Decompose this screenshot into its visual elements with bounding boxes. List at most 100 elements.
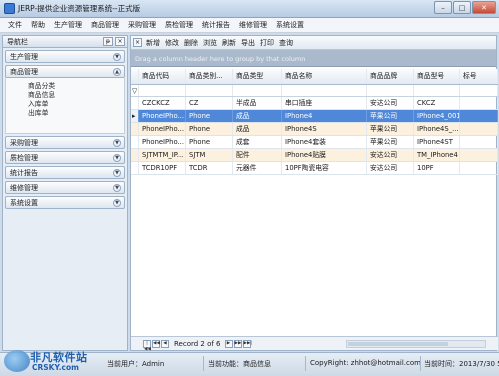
- first-page-button[interactable]: |◀◀: [143, 339, 151, 352]
- export-button[interactable]: 导出: [241, 38, 255, 48]
- add-button[interactable]: 新增: [146, 38, 160, 48]
- filter-cell[interactable]: [282, 85, 367, 96]
- pin-icon[interactable]: ᵽ: [103, 37, 113, 46]
- next-page-button[interactable]: ▶▶: [233, 339, 242, 348]
- close-button[interactable]: ✕: [472, 1, 496, 14]
- table-cell: 元器件: [233, 162, 282, 174]
- table-cell: IPhone4: [282, 110, 367, 122]
- watermark-text-en: CRSKY.com: [32, 363, 79, 372]
- nav-close-icon[interactable]: ×: [115, 37, 125, 46]
- menu-settings[interactable]: 系统设置: [276, 20, 304, 30]
- column-header[interactable]: 商品类别...: [186, 69, 233, 84]
- app-icon: [4, 3, 15, 14]
- table-cell: TCDR10PF: [139, 162, 186, 174]
- delete-button[interactable]: 删除: [184, 38, 198, 48]
- column-header[interactable]: 商品型号: [414, 69, 460, 84]
- table-cell: Phone: [186, 110, 233, 122]
- nav-item-outbound[interactable]: 出库单: [28, 109, 124, 118]
- group-by-panel[interactable]: Drag a column header here to group by th…: [131, 50, 496, 67]
- nav-group-production[interactable]: 生产管理 ▼: [5, 50, 125, 63]
- refresh-button[interactable]: 刷新: [222, 38, 236, 48]
- nav-group-quality[interactable]: 质检管理 ▼: [5, 151, 125, 164]
- nav-item-goods-category[interactable]: 商品分类: [28, 82, 124, 91]
- chevron-down-icon: ▼: [113, 169, 121, 177]
- tab-close-icon[interactable]: ×: [133, 38, 142, 47]
- nav-group-label: 生产管理: [10, 52, 38, 61]
- filter-cell[interactable]: [460, 85, 498, 96]
- table-cell: IPhone4贴膜: [282, 149, 367, 161]
- filter-row[interactable]: ▽: [131, 85, 498, 97]
- filter-cell[interactable]: [186, 85, 233, 96]
- table-row[interactable]: TCDR10PF TCDR 元器件 10PF陶瓷电容 安达公司 10PF: [131, 162, 498, 175]
- menu-goods[interactable]: 商品管理: [91, 20, 119, 30]
- navigation-panel: 导航栏 ᵽ × 生产管理 ▼ 商品管理 ▲ 商品分类 商品信息 入库单 出库单 …: [2, 35, 128, 351]
- table-cell: 成品: [233, 110, 282, 122]
- nav-group-label: 统计报告: [10, 168, 38, 177]
- menu-quality[interactable]: 质检管理: [165, 20, 193, 30]
- window-controls: – □ ✕: [434, 1, 496, 14]
- nav-item-inbound[interactable]: 入库单: [28, 100, 124, 109]
- table-cell: IPhone4ST: [414, 136, 460, 148]
- table-cell: [460, 149, 498, 161]
- column-header[interactable]: 标号: [460, 69, 498, 84]
- nav-group-reports[interactable]: 统计报告 ▼: [5, 166, 125, 179]
- nav-group-goods-items: 商品分类 商品信息 入库单 出库单: [5, 78, 125, 134]
- nav-header: 导航栏 ᵽ ×: [3, 36, 127, 48]
- nav-group-goods[interactable]: 商品管理 ▲: [5, 65, 125, 78]
- table-cell: 10PF陶瓷电容: [282, 162, 367, 174]
- table-row[interactable]: SJTMTM_IP... SJTM 配件 IPhone4贴膜 安达公司 TM_I…: [131, 149, 498, 162]
- title-bar: JERP-提供企业资源管理系统--正式版 – □ ✕: [0, 0, 499, 18]
- last-page-button[interactable]: ▶▶|: [242, 339, 252, 348]
- status-divider: [305, 356, 306, 371]
- menu-purchase[interactable]: 采购管理: [128, 20, 156, 30]
- table-cell: 10PF: [414, 162, 460, 174]
- menu-bar: 文件 帮助 生产管理 商品管理 采购管理 质检管理 统计报告 维修管理 系统设置: [0, 18, 499, 33]
- scrollbar-thumb[interactable]: [348, 342, 448, 346]
- table-cell: 成套: [233, 136, 282, 148]
- nav-group-settings[interactable]: 系统设置 ▼: [5, 196, 125, 209]
- column-header[interactable]: 商品代码: [139, 69, 186, 84]
- filter-cell[interactable]: [139, 85, 186, 96]
- nav-title: 导航栏: [7, 37, 28, 46]
- table-cell: PhoneIPho...: [139, 110, 186, 122]
- browse-button[interactable]: 浏览: [203, 38, 217, 48]
- menu-repair[interactable]: 维修管理: [239, 20, 267, 30]
- print-button[interactable]: 打印: [260, 38, 274, 48]
- prev-page-button[interactable]: ◀◀: [152, 339, 160, 348]
- menu-reports[interactable]: 统计报告: [202, 20, 230, 30]
- table-cell: Phone: [186, 136, 233, 148]
- table-row[interactable]: PhoneIPho... Phone 成套 IPhone4套装 苹果公司 IPh…: [131, 136, 498, 149]
- minimize-button[interactable]: –: [434, 1, 452, 14]
- maximize-button[interactable]: □: [453, 1, 471, 14]
- query-button[interactable]: 查询: [279, 38, 293, 48]
- next-record-button[interactable]: ▶: [224, 339, 233, 348]
- filter-cell[interactable]: [414, 85, 460, 96]
- table-row-selected[interactable]: ▸ PhoneIPho... Phone 成品 IPhone4 苹果公司 IPh…: [131, 110, 498, 123]
- table-cell: Phone: [186, 123, 233, 135]
- nav-group-purchase[interactable]: 采购管理 ▼: [5, 136, 125, 149]
- column-header[interactable]: 商品名称: [282, 69, 367, 84]
- horizontal-scrollbar[interactable]: [346, 340, 486, 348]
- filter-icon[interactable]: ▽: [131, 85, 139, 96]
- status-divider: [203, 356, 204, 371]
- table-row[interactable]: PhoneIPho... Phone 成品 IPhone4S 苹果公司 IPho…: [131, 123, 498, 136]
- prev-record-button[interactable]: ◀: [161, 339, 169, 348]
- table-cell: CKCZ: [414, 97, 460, 109]
- toolbar: × 新增 修改 删除 浏览 刷新 导出 打印 查询: [131, 36, 496, 50]
- nav-item-goods-info[interactable]: 商品信息: [28, 91, 124, 100]
- table-cell: CZ: [186, 97, 233, 109]
- column-header[interactable]: 商品类型: [233, 69, 282, 84]
- nav-group-label: 采购管理: [10, 138, 38, 147]
- nav-group-repair[interactable]: 维修管理 ▼: [5, 181, 125, 194]
- menu-production[interactable]: 生产管理: [54, 20, 82, 30]
- main-panel: × 新增 修改 删除 浏览 刷新 导出 打印 查询 Drag a column …: [130, 35, 498, 352]
- menu-help[interactable]: 帮助: [31, 20, 45, 30]
- column-header[interactable]: 商品品牌: [367, 69, 414, 84]
- filter-cell[interactable]: [367, 85, 414, 96]
- edit-button[interactable]: 修改: [165, 38, 179, 48]
- filter-cell[interactable]: [233, 85, 282, 96]
- menu-file[interactable]: 文件: [8, 20, 22, 30]
- chevron-down-icon: ▼: [113, 154, 121, 162]
- table-row[interactable]: CZCKCZ CZ 半成品 串口插座 安达公司 CKCZ: [131, 97, 498, 110]
- status-divider: [420, 356, 421, 371]
